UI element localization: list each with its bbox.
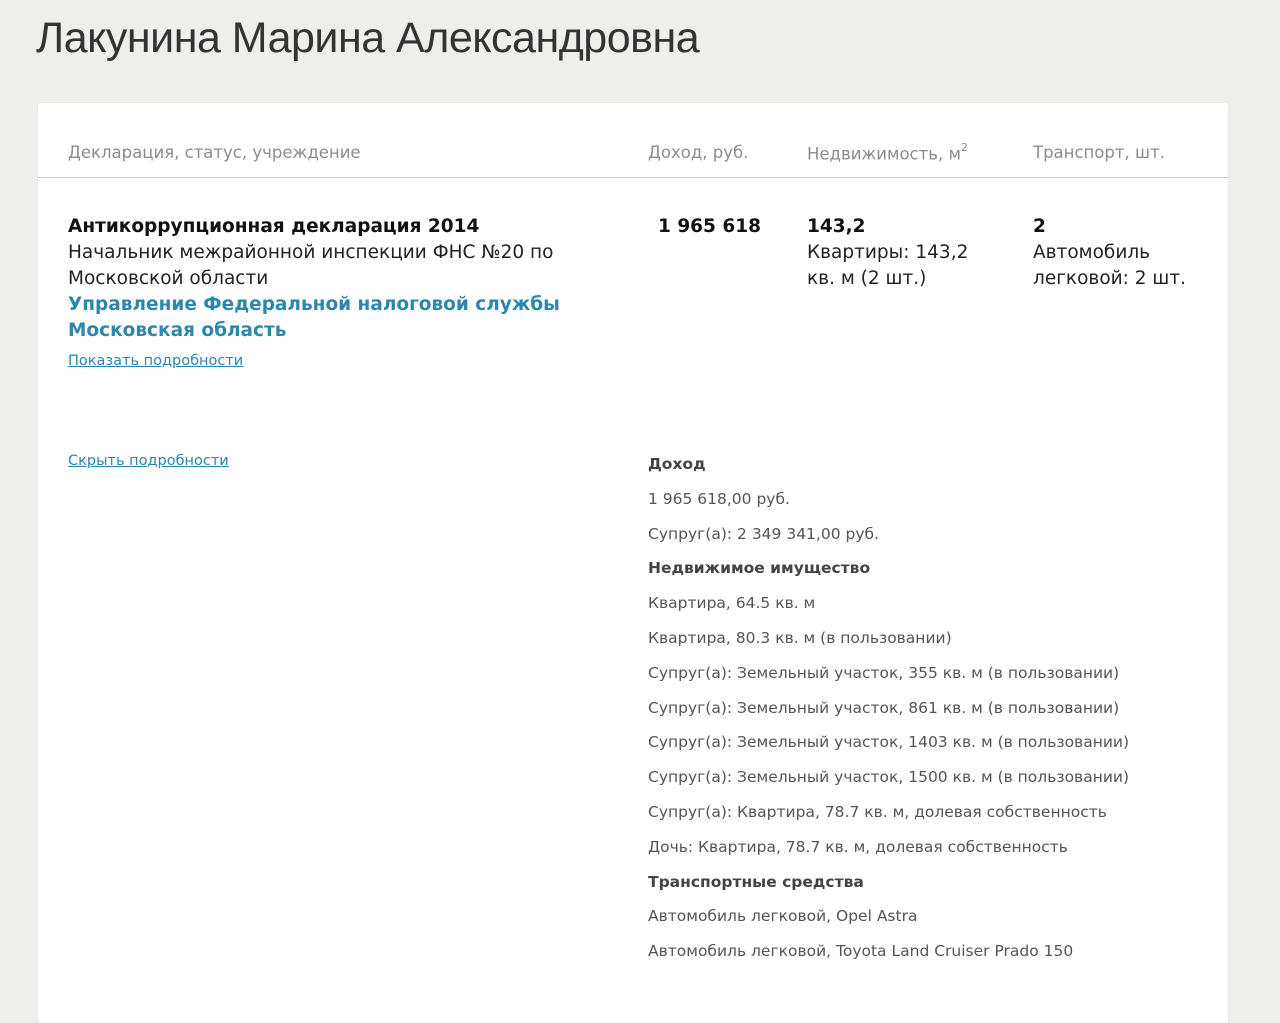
details-realty-item: Дочь: Квартира, 78.7 кв. м, долевая собс… [648, 837, 1068, 856]
hide-details-link[interactable]: Скрыть подробности [68, 453, 229, 469]
details-realty-item: Супруг(а): Земельный участок, 1500 кв. м… [648, 768, 1130, 787]
realty-header-label: Недвижимость, м [807, 144, 961, 164]
details-income-item: Супруг(а): 2 349 341,00 руб. [648, 524, 879, 543]
details-realty-heading: Недвижимое имущество [648, 559, 871, 578]
details-realty-item: Квартира, 64.5 кв. м [648, 594, 816, 613]
details-transport-item: Автомобиль легковой, Toyota Land Cruiser… [648, 942, 1074, 961]
column-header-income: Доход, руб. [648, 143, 749, 162]
page-title: Лакунина Марина Александровна [36, 14, 700, 62]
table-header: Декларация, статус, учреждение Доход, ру… [38, 103, 1228, 178]
realty-description: Квартиры: 143,2 кв. м (2 шт.) [807, 242, 969, 289]
details-income-heading: Доход [648, 455, 706, 473]
column-header-transport: Транспорт, шт. [1033, 143, 1165, 162]
details-realty-item: Супруг(а): Квартира, 78.7 кв. м, долевая… [648, 802, 1107, 821]
column-header-declaration: Декларация, статус, учреждение [68, 143, 361, 162]
details-panel: Доход 1 965 618,00 руб. Супруг(а): 2 349… [648, 447, 1208, 969]
details-realty-item: Супруг(а): Земельный участок, 1403 кв. м… [648, 733, 1130, 752]
declaration-organization-link[interactable]: Управление Федеральной налоговой службы … [68, 292, 608, 344]
transport-description: Автомобиль легковой: 2 шт. [1033, 242, 1187, 289]
details-income-item: 1 965 618,00 руб. [648, 489, 790, 508]
declaration-card: Декларация, статус, учреждение Доход, ру… [38, 103, 1228, 1023]
declaration-position: Начальник межрайонной инспекции ФНС №20 … [68, 242, 554, 289]
details-transport-item: Автомобиль легковой, Opel Astra [648, 907, 918, 926]
declaration-title: Антикоррупционная декларация 2014 [68, 216, 480, 237]
income-value: 1 965 618 [658, 216, 761, 237]
show-details-link[interactable]: Показать подробности [68, 353, 243, 369]
details-realty-item: Супруг(а): Земельный участок, 861 кв. м … [648, 698, 1120, 717]
realty-header-superscript: 2 [960, 141, 968, 154]
details-realty-item: Супруг(а): Земельный участок, 355 кв. м … [648, 663, 1120, 682]
realty-total: 143,2 [807, 216, 866, 237]
column-header-realty: Недвижимость, м2 [807, 141, 968, 164]
details-realty-item: Квартира, 80.3 кв. м (в пользовании) [648, 628, 952, 647]
transport-count: 2 [1033, 216, 1046, 237]
details-transport-heading: Транспортные средства [648, 872, 864, 891]
